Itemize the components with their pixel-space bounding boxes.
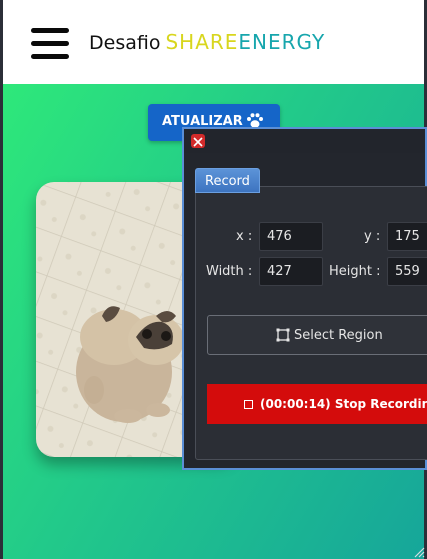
height-input[interactable]: 559 xyxy=(387,257,427,286)
select-region-button[interactable]: Select Region xyxy=(207,315,427,355)
site-header: Desafio SHARE ENERGY xyxy=(3,0,424,84)
menu-icon[interactable] xyxy=(31,28,69,60)
recorder-titlebar[interactable] xyxy=(184,129,425,153)
height-label: Height : xyxy=(329,264,381,279)
select-region-label: Select Region xyxy=(294,328,383,343)
site-logo[interactable]: Desafio SHARE ENERGY xyxy=(89,30,325,54)
x-input[interactable]: 476 xyxy=(259,222,323,251)
stop-recording-label: (00:00:14) Stop Recording xyxy=(260,397,427,411)
width-input[interactable]: 427 xyxy=(259,257,323,286)
brand-share: SHARE xyxy=(165,30,239,54)
brand-prefix: Desafio xyxy=(89,32,161,54)
brand-energy: ENERGY xyxy=(238,30,326,54)
y-label: y : xyxy=(364,229,381,244)
width-label: Width : xyxy=(206,264,253,279)
screen-recorder-window: Record x : 476 y : 175 Width : 427 Heigh… xyxy=(182,127,427,470)
tab-record[interactable]: Record xyxy=(195,168,260,193)
select-region-icon xyxy=(276,328,290,342)
stop-recording-button[interactable]: (00:00:14) Stop Recording xyxy=(207,384,427,424)
stop-icon xyxy=(244,400,253,409)
close-icon[interactable] xyxy=(191,134,205,148)
resize-grip-icon[interactable] xyxy=(412,545,425,558)
x-label: x : xyxy=(236,229,253,244)
y-input[interactable]: 175 xyxy=(387,222,427,251)
